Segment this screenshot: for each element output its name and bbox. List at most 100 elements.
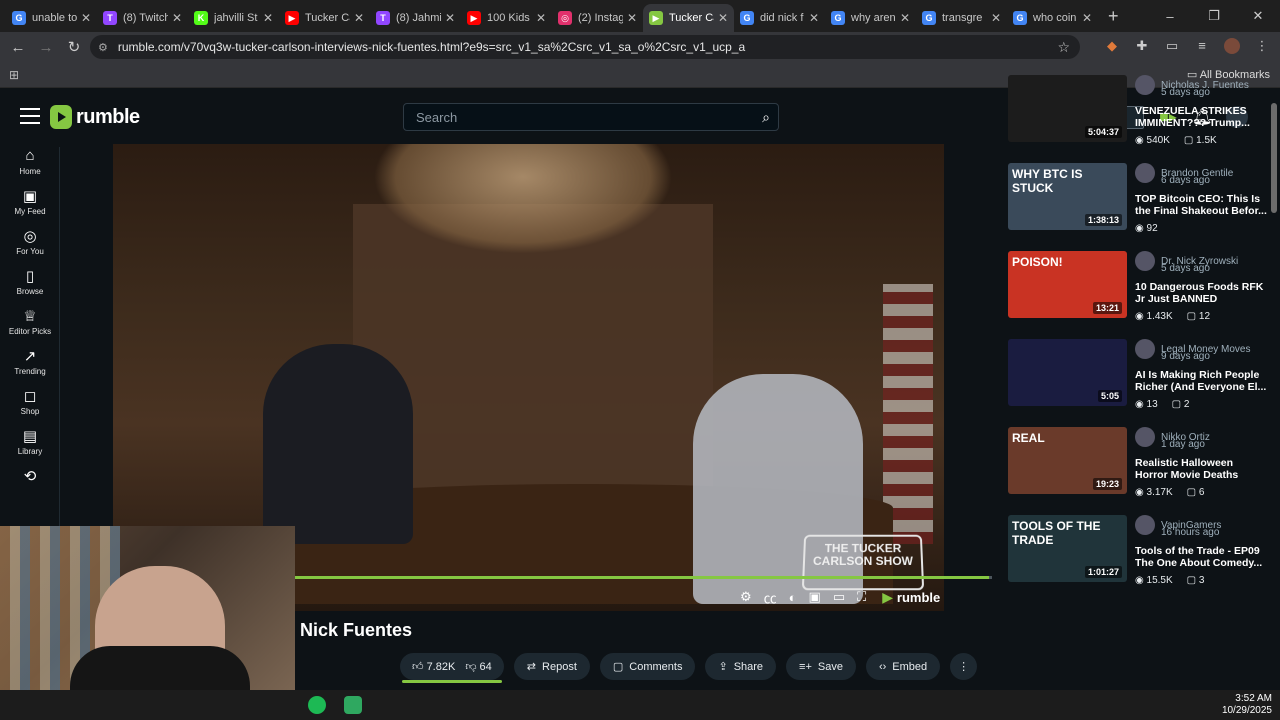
browser-tab[interactable]: Gwho coin ✕	[1007, 4, 1098, 32]
related-video-meta: Nikko Ortiz 1 day ago Realistic Halloween …	[1135, 427, 1267, 498]
closed-captions-icon[interactable]: ㏄	[764, 588, 777, 607]
settings-gear-icon[interactable]: ⚙	[740, 589, 752, 605]
restore-button[interactable]: ❐	[1192, 8, 1236, 24]
more-options-button[interactable]: ⋮	[950, 653, 978, 680]
share-label: Share	[733, 660, 764, 673]
media-controls-icon[interactable]: ≡	[1194, 38, 1210, 54]
extensions-puzzle-icon[interactable]: ✚	[1134, 38, 1150, 54]
profile-avatar[interactable]	[1224, 38, 1240, 54]
sidebar-item[interactable]: ◻ Shop	[0, 387, 60, 417]
browser-tab[interactable]: Gtransgre ✕	[916, 4, 1007, 32]
url-text: rumble.com/v70vq3w-tucker-carlson-interv…	[117, 40, 746, 54]
sidebar-item[interactable]: ♕ Editor Picks	[0, 307, 60, 337]
related-video-thumbnail[interactable]: 5:05	[1008, 339, 1127, 406]
system-clock[interactable]: 3:52 AM 10/29/2025	[1222, 693, 1272, 717]
related-video-card[interactable]: REAL 19:23 Nikko Ortiz 1 day ago Realistic H…	[1008, 427, 1268, 515]
related-video-card[interactable]: POISON! 13:21 Dr. Nick Zyrowski 5 days ago 1…	[1008, 251, 1268, 339]
browser-tab[interactable]: ▶ 100 Kids ✕	[461, 4, 552, 32]
search-input[interactable]: Search ⌕	[403, 103, 779, 131]
related-video-thumbnail[interactable]: POISON! 13:21	[1008, 251, 1127, 318]
tab-close-icon[interactable]: ✕	[354, 11, 364, 25]
related-video-title[interactable]: Tools of the Trade - EP09 The One About …	[1135, 545, 1267, 569]
sidebar-item[interactable]: ◎ For You	[0, 227, 60, 257]
discord-icon[interactable]	[344, 696, 362, 714]
browser-tab[interactable]: Kjahvilli St ✕	[188, 4, 279, 32]
url-bar[interactable]: ⚙ rumble.com/v70vq3w-tucker-carlson-inte…	[90, 35, 1080, 59]
tab-close-icon[interactable]: ✕	[991, 11, 1001, 25]
like-button[interactable]: 👍︎ 7.82K	[412, 660, 455, 673]
site-info-icon[interactable]: ⚙	[98, 41, 108, 54]
sidebar-item[interactable]: ▤ Library	[0, 427, 60, 457]
reload-button[interactable]: ↻	[60, 38, 88, 56]
bookmark-star-icon[interactable]: ☆	[1057, 39, 1070, 56]
browser-tab[interactable]: ▶ Tucker Ca ✕	[279, 4, 370, 32]
tab-close-icon[interactable]: ✕	[263, 11, 273, 25]
streamer-webcam-overlay	[0, 526, 295, 690]
browser-tab[interactable]: T (8) Jahmi ✕	[370, 4, 461, 32]
related-video-card[interactable]: WHY BTC IS STUCK 1:38:13 Brandon Gentile 6 …	[1008, 163, 1268, 251]
tab-close-icon[interactable]: ✕	[81, 11, 91, 25]
tab-close-icon[interactable]: ✕	[1082, 11, 1092, 25]
cast-icon[interactable]: ▭	[1164, 38, 1180, 54]
browser-tab[interactable]: Gunable to ✕	[6, 4, 97, 32]
related-video-title[interactable]: AI Is Making Rich People Richer (And Eve…	[1135, 369, 1267, 393]
comments-button[interactable]: ▢ Comments	[599, 653, 696, 680]
new-tab-button[interactable]: +	[1108, 6, 1119, 27]
save-button[interactable]: ≡+ Save	[786, 653, 856, 680]
browser-tab[interactable]: Gdid nick f ✕	[734, 4, 825, 32]
tab-close-icon[interactable]: ✕	[172, 11, 182, 25]
browser-menu-icon[interactable]: ⋮	[1254, 38, 1270, 54]
comments-stat: ▢ 12	[1187, 311, 1210, 322]
related-video-thumbnail[interactable]: WHY BTC IS STUCK 1:38:13	[1008, 163, 1127, 230]
browser-tab[interactable]: ◎ (2) Instag ✕	[552, 4, 643, 32]
tab-close-icon[interactable]: ✕	[809, 11, 819, 25]
related-video-title[interactable]: TOP Bitcoin CEO: This Is the Final Shake…	[1135, 193, 1267, 217]
related-video-thumbnail[interactable]: REAL 19:23	[1008, 427, 1127, 494]
minimize-button[interactable]: –	[1148, 9, 1192, 24]
share-button[interactable]: ⇪ Share	[705, 653, 777, 680]
rumble-logo[interactable]: rumble	[50, 105, 140, 129]
tab-close-icon[interactable]: ✕	[536, 11, 546, 25]
sidebar-item[interactable]: ↗ Trending	[0, 347, 60, 377]
fullscreen-icon[interactable]: ⛶	[857, 589, 866, 605]
browser-tab[interactable]: Gwhy aren ✕	[825, 4, 916, 32]
player-rumble-logo[interactable]: ▶ rumble	[882, 589, 940, 606]
related-video-thumbnail[interactable]: TOOLS OF THE TRADE 1:01:27	[1008, 515, 1127, 582]
related-video-title[interactable]: 10 Dangerous Foods RFK Jr Just BANNED	[1135, 281, 1267, 305]
embed-button[interactable]: ‹› Embed	[865, 653, 941, 680]
tab-close-icon[interactable]: ✕	[718, 11, 728, 25]
browser-tab[interactable]: ▶ Tucker Ca ✕	[643, 4, 734, 32]
views-stat: ◉ 15.5K	[1135, 575, 1173, 586]
sidebar-item[interactable]: ▣ My Feed	[0, 187, 60, 217]
related-video-card[interactable]: 5:04:37 Nicholas J. Fuentes 5 days ago VENE…	[1008, 75, 1268, 163]
tab-close-icon[interactable]: ✕	[445, 11, 455, 25]
related-video-card[interactable]: TOOLS OF THE TRADE 1:01:27 VapinGamers 16 h…	[1008, 515, 1268, 603]
related-video-card[interactable]: 5:05 Legal Money Moves 9 days ago AI Is Mak…	[1008, 339, 1268, 427]
search-icon[interactable]: ⌕	[762, 109, 770, 126]
video-stats: ◉ 1.43K ▢ 12	[1135, 311, 1267, 322]
close-window-button[interactable]: ✕	[1236, 8, 1280, 24]
sidebar-item[interactable]: ⌂ Home	[0, 147, 60, 177]
browser-tab[interactable]: T (8) Twitch ✕	[97, 4, 188, 32]
forward-button[interactable]: →	[32, 39, 60, 56]
page-scrollbar[interactable]	[1268, 91, 1280, 690]
apps-grid-icon[interactable]: ⊞	[9, 68, 19, 82]
brave-extension-icon[interactable]: ◆	[1104, 38, 1120, 54]
autoplay-toggle-icon[interactable]: ◐	[789, 590, 797, 605]
tab-close-icon[interactable]: ✕	[900, 11, 910, 25]
back-button[interactable]: ←	[4, 39, 32, 56]
related-video-title[interactable]: Realistic Halloween Horror Movie Deaths	[1135, 457, 1267, 481]
hamburger-menu-icon[interactable]	[20, 108, 40, 124]
spotify-icon[interactable]	[308, 696, 326, 714]
sidebar-item[interactable]: ⟲	[0, 467, 60, 485]
related-video-thumbnail[interactable]: 5:04:37	[1008, 75, 1127, 142]
repost-button[interactable]: ⇄ Repost	[513, 653, 590, 680]
video-progress-bar[interactable]	[295, 576, 992, 579]
dislike-button[interactable]: 👎︎ 64	[465, 660, 491, 673]
miniplayer-icon[interactable]: ▣	[809, 589, 821, 605]
scrollbar-thumb[interactable]	[1271, 103, 1277, 213]
theater-mode-icon[interactable]: ▭	[833, 589, 845, 605]
sidebar-item[interactable]: ▯ Browse	[0, 267, 60, 297]
tab-close-icon[interactable]: ✕	[627, 11, 637, 25]
related-video-title[interactable]: VENEZUELA STRIKES IMMINENT??? Trump...	[1135, 105, 1267, 129]
